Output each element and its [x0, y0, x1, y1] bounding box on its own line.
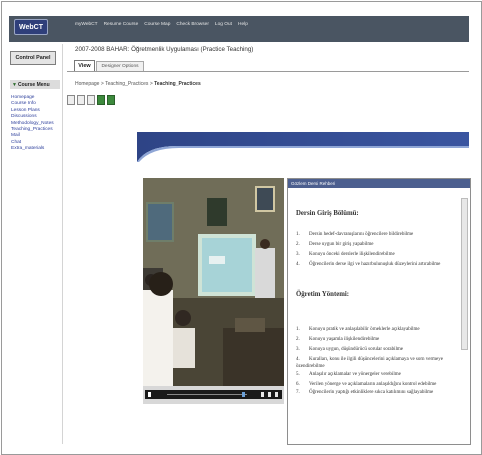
print-icon[interactable] [87, 95, 95, 105]
tab-divider [67, 71, 469, 72]
list-item: 5. Anlaşılır açıklamalar ve yönergeler ve… [296, 372, 401, 378]
next-icon[interactable] [268, 392, 271, 397]
nav-log-out[interactable]: Log Out [215, 22, 232, 27]
control-panel-button[interactable]: Control Panel [10, 51, 56, 65]
webct-logo[interactable]: WebCT [14, 19, 48, 35]
breadcrumb: Homepage > Teaching_Practices > Teaching… [75, 81, 201, 87]
list-item: 3. Konuyu önceki derslerle ilişkilendireb… [296, 252, 395, 258]
method-criteria-list: 1. Konuyu pratik ve anlaşılabilir örnekle… [296, 327, 454, 401]
nav-resume-course[interactable]: Resume Course [104, 22, 139, 27]
panel-scrollbar[interactable] [461, 198, 468, 350]
classroom-video[interactable] [143, 178, 284, 386]
list-item: 6. Verilen yönerge ve açıklamaların anlaş… [296, 382, 437, 388]
page-banner [137, 132, 469, 162]
top-nav-links: myWebCT Resume Course Course Map Check B… [75, 22, 248, 27]
tab-designer-options[interactable]: Designer Options [96, 61, 144, 71]
observation-guide-panel: Gözlem Dersi Rehberi Dersin Giriş Bölümü… [287, 178, 471, 445]
video-control-bar [145, 390, 282, 399]
top-navigation-bar [9, 16, 469, 42]
nav-check-browser[interactable]: Check Browser [176, 22, 209, 27]
up-arrow-icon[interactable] [97, 95, 105, 105]
list-item: 3. Konuya uygun, düşündürücü sorular sora… [296, 347, 404, 353]
list-item: 2. Konuyu yaşamla ilişkilendirebilme [296, 337, 380, 343]
page-icon[interactable] [67, 95, 75, 105]
panel-body: Dersin Giriş Bölümü: 1. Dersin hedef-davr… [288, 188, 458, 444]
course-menu-header[interactable]: ▼ Course Menu [10, 80, 60, 89]
section-title-intro: Dersin Giriş Bölümü: [296, 210, 359, 217]
panel-header: Gözlem Dersi Rehberi [288, 179, 470, 188]
section-title-method: Öğretim Yöntemi: [296, 291, 350, 298]
intro-criteria-list: 1. Dersin hedef-davranışlarını öğrenciler… [296, 232, 440, 272]
list-item: 1. Konuyu pratik ve anlaşılabilir örnekle… [296, 327, 420, 332]
list-item: 4. Öğrencilerin derse ilgi ve hazırbulunu… [296, 262, 441, 268]
video-seek-handle[interactable] [242, 392, 245, 397]
page-toolbar [67, 95, 115, 105]
menu-item-extra-materials[interactable]: Extra_materials [11, 146, 54, 152]
video-controls [143, 386, 284, 404]
nav-course-map[interactable]: Course Map [144, 22, 170, 27]
list-item: 1. Dersin hedef-davranışlarını öğrenciler… [296, 232, 414, 237]
nav-mywebct[interactable]: myWebCT [75, 22, 98, 27]
previous-icon[interactable] [261, 392, 264, 397]
edit-icon[interactable] [77, 95, 85, 105]
course-title: 2007-2008 BAHAR: Öğretmenlik Uygulaması … [75, 46, 254, 53]
play-icon[interactable] [148, 392, 151, 397]
list-item: 4. Kuralları, konu ile ilgili düşünceleri… [296, 357, 443, 370]
down-arrow-icon[interactable] [107, 95, 115, 105]
list-item: 2. Derse uygun bir giriş yapabilme [296, 242, 374, 248]
breadcrumb-current: Teaching_Practices [154, 81, 201, 87]
nav-help[interactable]: Help [238, 22, 248, 27]
course-menu: Homepage Course Info Lesson Plans Discus… [11, 95, 54, 153]
list-item: 7. Öğrencilerin yaptığı etkinliklere sıkc… [296, 390, 434, 396]
tab-view[interactable]: View [74, 60, 95, 71]
triangle-down-icon: ▼ [12, 81, 17, 88]
course-menu-title: Course Menu [17, 81, 50, 88]
breadcrumb-path[interactable]: Homepage > Teaching_Practices > [75, 81, 154, 87]
left-column-divider [62, 44, 63, 444]
volume-icon[interactable] [275, 392, 278, 397]
video-seek-bar[interactable] [167, 394, 247, 395]
